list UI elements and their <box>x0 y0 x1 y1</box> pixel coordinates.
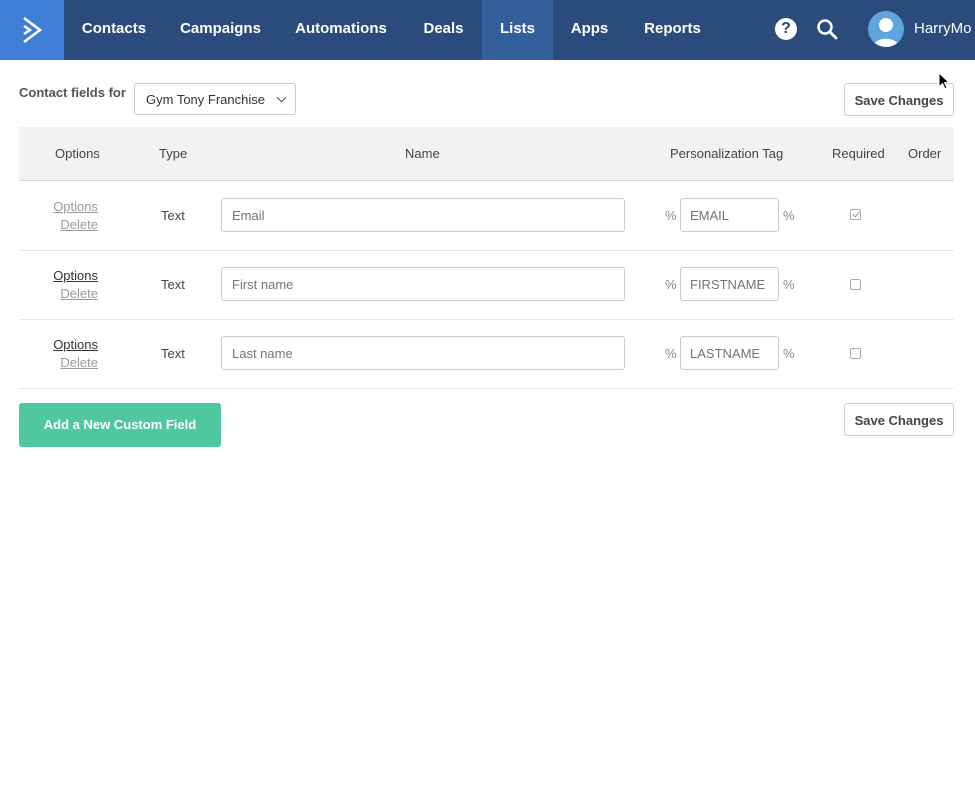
table-row: Options Delete Text % % <box>19 181 954 251</box>
row-type: Text <box>161 277 185 292</box>
logo-icon[interactable] <box>0 0 64 60</box>
top-nav: Contacts Campaigns Automations Deals Lis… <box>0 0 975 60</box>
search-icon[interactable] <box>815 17 839 41</box>
col-options: Options <box>55 146 100 161</box>
add-custom-field-button[interactable]: Add a New Custom Field <box>19 403 221 447</box>
row-delete-link[interactable]: Delete <box>19 217 98 232</box>
list-select-value: Gym Tony Franchise <box>146 92 265 107</box>
personalization-tag-input[interactable] <box>680 336 779 370</box>
field-name-input[interactable] <box>221 336 625 370</box>
col-name: Name <box>405 146 440 161</box>
col-type: Type <box>159 146 188 161</box>
row-options-link[interactable]: Options <box>19 199 98 214</box>
avatar[interactable] <box>868 11 904 47</box>
save-changes-button-bottom[interactable]: Save Changes <box>844 403 954 436</box>
list-select[interactable]: Gym Tony Franchise <box>134 83 296 115</box>
required-checkbox[interactable] <box>850 209 861 220</box>
personalization-tag-input[interactable] <box>680 267 779 301</box>
row-type: Text <box>161 208 185 223</box>
col-order: Order <box>908 146 942 161</box>
table-header: Options Type Name Personalization Tag Re… <box>19 127 954 181</box>
col-personalization-tag: Personalization Tag <box>670 146 784 161</box>
pct-right: % <box>783 346 795 361</box>
nav-automations[interactable]: Automations <box>277 0 405 60</box>
required-checkbox[interactable] <box>850 348 861 359</box>
row-options-link[interactable]: Options <box>19 337 98 352</box>
table-row: Options Delete Text % % <box>19 319 954 389</box>
mouse-cursor-icon <box>938 72 950 90</box>
row-delete-link[interactable]: Delete <box>19 286 98 301</box>
field-name-input[interactable] <box>221 267 625 301</box>
nav-deals[interactable]: Deals <box>405 0 482 60</box>
nav-apps[interactable]: Apps <box>553 0 626 60</box>
nav-reports[interactable]: Reports <box>626 0 719 60</box>
required-checkbox[interactable] <box>850 279 861 290</box>
row-type: Text <box>161 346 185 361</box>
pct-right: % <box>783 277 795 292</box>
chevron-down-icon <box>276 92 287 103</box>
user-avatar-icon <box>873 18 899 47</box>
field-name-input[interactable] <box>221 198 625 232</box>
contact-fields-label: Contact fields for <box>19 85 126 100</box>
pct-left: % <box>665 208 677 223</box>
table-row: Options Delete Text % % <box>19 250 954 320</box>
help-icon[interactable]: ? <box>775 18 797 40</box>
personalization-tag-input[interactable] <box>680 198 779 232</box>
pct-right: % <box>783 208 795 223</box>
user-name[interactable]: HarryMo <box>914 0 972 58</box>
pct-left: % <box>665 346 677 361</box>
nav-lists[interactable]: Lists <box>482 0 553 60</box>
row-delete-link[interactable]: Delete <box>19 355 98 370</box>
pct-left: % <box>665 277 677 292</box>
nav-campaigns[interactable]: Campaigns <box>164 0 277 60</box>
nav-contacts[interactable]: Contacts <box>64 0 164 60</box>
col-required: Required <box>832 146 885 161</box>
logo-chevron-icon <box>23 17 43 43</box>
row-options-link[interactable]: Options <box>19 268 98 283</box>
